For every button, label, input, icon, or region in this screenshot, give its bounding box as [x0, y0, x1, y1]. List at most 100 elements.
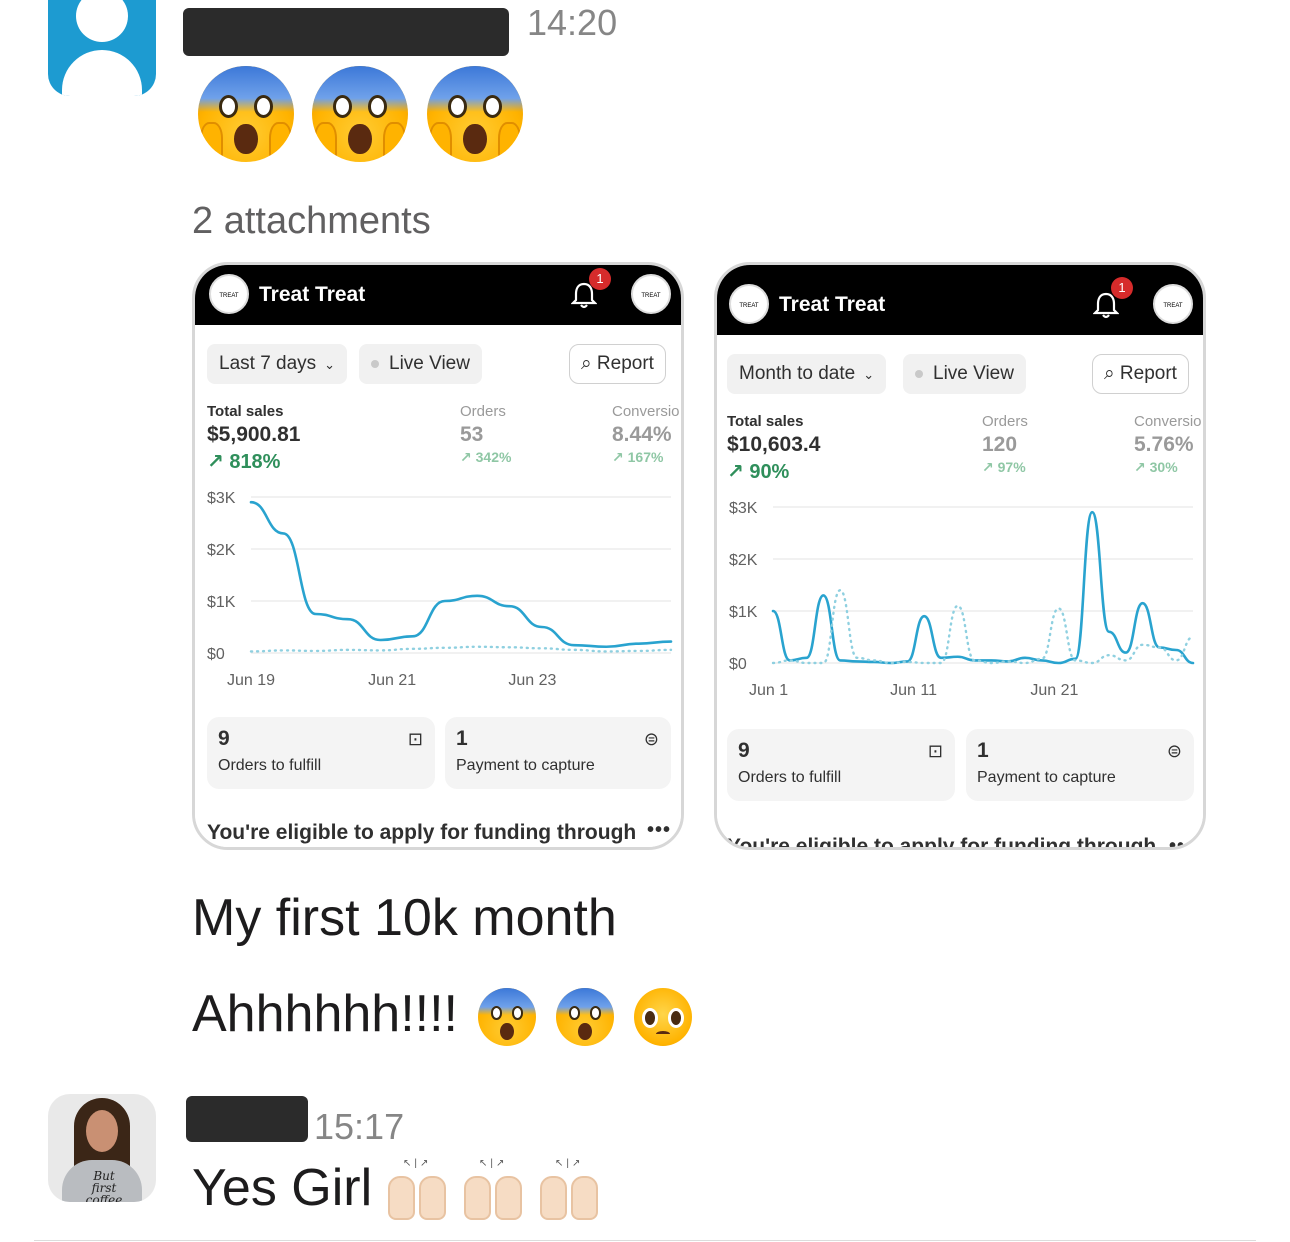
payment-to-capture-label: Payment to capture: [456, 757, 595, 774]
total-sales-value: $10,603.4: [727, 433, 821, 456]
report-button: ⌕ Report: [1092, 354, 1189, 394]
avatar-head: [76, 0, 128, 42]
orders-label: Orders: [460, 403, 506, 420]
message-text-line-1: My first 10k month: [192, 889, 617, 947]
store-name: Treat Treat: [259, 283, 366, 306]
conversion-value: 5.76%: [1134, 433, 1194, 456]
store-logo-icon: TREAT TREAT: [729, 284, 769, 349]
orders-to-fulfill-card: 9 Orders to fulfill ⊡: [727, 729, 955, 801]
message-timestamp[interactable]: 14:20: [527, 2, 617, 44]
scream-emoji-1: [198, 66, 294, 166]
y-tick-label: $0: [207, 646, 225, 663]
orders-to-fulfill-label: Orders to fulfill: [738, 769, 842, 786]
orders-to-fulfill-card: 9 Orders to fulfill ⊡: [207, 717, 435, 789]
notification-badge: 1: [589, 268, 611, 290]
report-icon: ⌕: [581, 353, 592, 374]
conversion-label: Conversio: [1134, 413, 1202, 430]
account-avatar-icon: TREAT TREAT: [631, 274, 671, 339]
pleading-face-emoji: [634, 988, 692, 1047]
inbox-icon: ⊡: [927, 741, 943, 761]
orders-label: Orders: [982, 413, 1028, 430]
y-tick-label: $0: [729, 656, 747, 673]
y-tick-label: $3K: [207, 490, 236, 507]
scream-emoji-3: [427, 66, 523, 166]
y-tick-label: $3K: [729, 500, 758, 517]
chevron-down-icon: ⌄: [324, 357, 336, 372]
conversion-delta: ↗ 30%: [1134, 459, 1178, 475]
attachments-count[interactable]: 2 attachments: [192, 200, 431, 243]
orders-to-fulfill-count: 9: [738, 739, 750, 762]
x-tick-label: Jun 1: [749, 682, 788, 699]
cash-icon: ⊜: [643, 729, 659, 749]
total-sales-value: $5,900.81: [207, 423, 301, 446]
y-tick-label: $2K: [207, 542, 236, 559]
status-dot-icon: [915, 369, 923, 378]
scream-emoji-2: [312, 66, 408, 166]
attachment-screenshot-2[interactable]: TREAT TREAT Treat Treat 1 TREAT TREAT Mo…: [714, 262, 1206, 850]
report-button: ⌕ Report: [569, 344, 666, 384]
raising-hands-emoji-3: ↖|↗: [538, 1158, 600, 1221]
payment-to-capture-card: 1 Payment to capture ⊜: [445, 717, 671, 789]
x-tick-label: Jun 23: [508, 672, 556, 689]
notification-badge: 1: [1111, 277, 1133, 299]
reply-timestamp[interactable]: 15:17: [314, 1106, 404, 1148]
sales-chart: $3K $2K $1K $0Jun 1 Jun 11 Jun 21: [729, 500, 1195, 699]
app-header: TREAT TREAT Treat Treat 1 TREAT TREAT: [717, 265, 1203, 349]
x-tick-label: Jun 21: [368, 672, 416, 689]
dashboard-content: Last 7 days ⌄ Live View ⌕ Report Total sa…: [195, 325, 681, 847]
y-tick-label: $1K: [207, 594, 236, 611]
avatar-body: [62, 50, 142, 96]
avatar-shirt-print: But first coffee: [85, 1169, 123, 1202]
sales-series-line: [249, 500, 673, 649]
redacted-sender-name[interactable]: [183, 8, 509, 56]
more-options-icon: •••: [1169, 835, 1194, 850]
total-sales-delta: ↗ 90%: [727, 461, 790, 483]
funding-banner-text: You're eligible to apply for funding thr…: [207, 821, 637, 844]
orders-to-fulfill-label: Orders to fulfill: [218, 757, 322, 774]
orders-delta: ↗ 342%: [460, 449, 512, 465]
raising-hands-emoji-2: ↖|↗: [462, 1158, 524, 1221]
orders-value: 53: [460, 423, 484, 446]
total-sales-label: Total sales: [207, 403, 284, 420]
message-text-line-2: Ahhhhhh!!!!: [192, 984, 692, 1047]
more-options-icon: •••: [647, 819, 672, 841]
x-tick-label: Jun 21: [1030, 682, 1078, 699]
account-avatar-icon: TREAT TREAT: [1153, 284, 1193, 349]
raising-hands-emoji-1: ↖|↗: [386, 1158, 448, 1221]
conversion-value: 8.44%: [612, 423, 672, 446]
message-divider: [34, 1240, 1256, 1241]
reply-text: Yes Girl ↖|↗ ↖|↗ ↖|↗: [192, 1158, 600, 1221]
reply-text-label: Yes Girl: [192, 1159, 373, 1217]
y-tick-label: $1K: [729, 604, 758, 621]
report-icon: ⌕: [1104, 363, 1115, 384]
total-sales-label: Total sales: [727, 413, 804, 430]
y-tick-label: $2K: [729, 552, 758, 569]
payment-to-capture-count: 1: [977, 739, 989, 762]
date-range-selector: Month to date ⌄: [727, 354, 887, 394]
replier-avatar[interactable]: But first coffee: [48, 1094, 156, 1202]
chevron-down-icon: ⌄: [863, 367, 875, 382]
date-range-selector: Last 7 days ⌄: [207, 344, 348, 384]
app-header: TREAT TREAT Treat Treat 1 TREAT TREAT: [195, 265, 681, 339]
scream-emoji-inline-2: [556, 988, 614, 1047]
x-tick-label: Jun 11: [890, 682, 937, 699]
orders-to-fulfill-count: 9: [218, 727, 230, 750]
status-dot-icon: [371, 359, 379, 368]
cash-icon: ⊜: [1166, 741, 1182, 761]
attachment-screenshot-1[interactable]: TREAT TREAT Treat Treat 1 TREAT TREAT La…: [192, 262, 684, 850]
message-text-line-2-label: Ahhhhhh!!!!: [192, 985, 458, 1043]
payment-to-capture-label: Payment to capture: [977, 769, 1116, 786]
total-sales-delta: ↗ 818%: [207, 451, 281, 473]
x-tick-label: Jun 19: [227, 672, 275, 689]
funding-banner-text: You're eligible to apply for funding thr…: [727, 835, 1157, 850]
conversion-label: Conversio: [612, 403, 680, 420]
store-name: Treat Treat: [779, 293, 886, 316]
live-view-button: Live View: [359, 344, 482, 384]
conversion-delta: ↗ 167%: [612, 449, 664, 465]
orders-value: 120: [982, 433, 1018, 456]
redacted-replier-name[interactable]: [186, 1096, 308, 1142]
sales-chart: $3K $2K $1K $0Jun 19 Jun 21 Jun 23: [207, 490, 673, 689]
sales-series-line: [771, 510, 1195, 665]
store-logo-icon: TREAT TREAT: [209, 274, 249, 339]
sender-avatar[interactable]: [48, 0, 156, 96]
